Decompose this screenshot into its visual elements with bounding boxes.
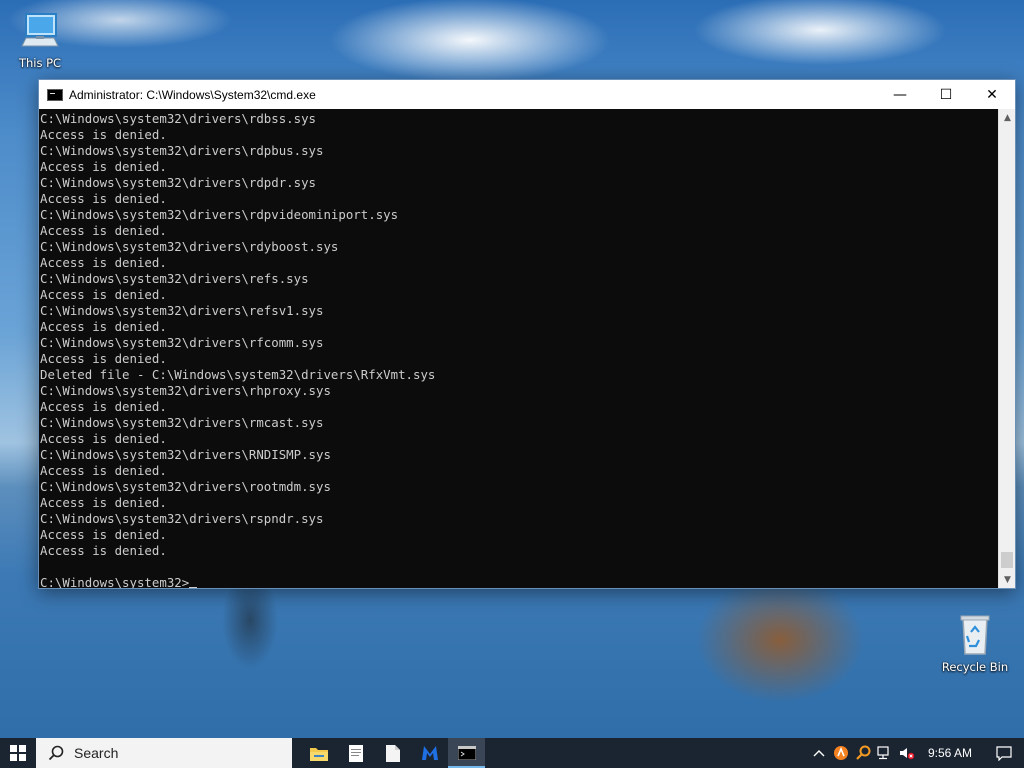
console-line: C:\Windows\system32\drivers\rootmdm.sys [40, 479, 331, 494]
console-line: Access is denied. [40, 527, 167, 542]
taskbar-app-command-prompt[interactable] [448, 738, 485, 768]
network-icon[interactable] [874, 738, 896, 768]
windows-logo-icon [10, 745, 26, 761]
malwarebytes-icon [421, 746, 438, 760]
scroll-up-arrow-icon[interactable]: ▲ [999, 109, 1016, 126]
system-tray: 9:56 AM [808, 738, 1024, 768]
desktop-icon-label: This PC [18, 56, 62, 70]
desktop-icon-this-pc[interactable]: This PC [2, 10, 78, 70]
console-line: C:\Windows\system32\drivers\rhproxy.sys [40, 383, 331, 398]
volume-muted-icon[interactable] [896, 738, 918, 768]
console-line: C:\Windows\system32\drivers\rdpbus.sys [40, 143, 324, 158]
search-box[interactable]: Search [36, 738, 292, 768]
taskbar-app-file-explorer[interactable] [300, 738, 337, 768]
title-bar[interactable]: Administrator: C:\Windows\System32\cmd.e… [39, 80, 1015, 109]
close-button[interactable]: ✕ [969, 80, 1015, 109]
console-line: C:\Windows\system32\drivers\rfcomm.sys [40, 335, 324, 350]
minimize-button[interactable]: — [877, 80, 923, 109]
window-title: Administrator: C:\Windows\System32\cmd.e… [69, 87, 316, 102]
command-prompt-icon [457, 746, 476, 760]
document-icon [385, 744, 400, 762]
console-line: C:\Windows\system32\drivers\rdpdr.sys [40, 175, 317, 190]
cmd-window[interactable]: Administrator: C:\Windows\System32\cmd.e… [38, 79, 1016, 589]
scroll-down-arrow-icon[interactable]: ▼ [999, 571, 1016, 588]
console-line: C:\Windows\system32\drivers\refs.sys [40, 271, 309, 286]
console-line: C:\Windows\system32\drivers\rdyboost.sys [40, 239, 339, 254]
taskbar-app-malwarebytes[interactable] [411, 738, 448, 768]
desktop-icon-recycle-bin[interactable]: Recycle Bin [937, 614, 1013, 674]
console-line: Access is denied. [40, 159, 167, 174]
console-line: C:\Windows\system32\drivers\rmcast.sys [40, 415, 324, 430]
console-line: Access is denied. [40, 495, 167, 510]
console-line: C:\Windows\system32\drivers\rdbss.sys [40, 111, 317, 126]
avast-icon[interactable] [830, 738, 852, 768]
console-line: Access is denied. [40, 319, 167, 334]
notepad-icon [348, 744, 363, 762]
action-center-icon[interactable] [984, 738, 1024, 768]
start-button[interactable] [0, 738, 36, 768]
console-line: Access is denied. [40, 351, 167, 366]
console-line: Access is denied. [40, 463, 167, 478]
console-prompt: C:\Windows\system32> [40, 575, 190, 588]
console-line: Access is denied. [40, 127, 167, 142]
console-line: Deleted file - C:\Windows\system32\drive… [40, 367, 436, 382]
maximize-button[interactable]: ☐ [923, 80, 969, 109]
console-line: C:\Windows\system32\drivers\rdpvideomini… [40, 207, 399, 222]
console-line: C:\Windows\system32\drivers\RNDISMP.sys [40, 447, 331, 462]
cmd-icon [47, 88, 63, 101]
vertical-scrollbar[interactable]: ▲ ▼ [998, 109, 1015, 588]
console-line: Access is denied. [40, 543, 167, 558]
console-line: C:\Windows\system32\drivers\refsv1.sys [40, 303, 324, 318]
console-line: Access is denied. [40, 287, 167, 302]
search-placeholder: Search [74, 745, 119, 761]
scroll-thumb[interactable] [1001, 552, 1013, 568]
console-line: Access is denied. [40, 191, 167, 206]
desktop-icon-label: Recycle Bin [941, 660, 1009, 674]
console-line: Access is denied. [40, 255, 167, 270]
console-prompt-line[interactable]: C:\Windows\system32> [40, 575, 998, 588]
search-tool-icon[interactable] [852, 738, 874, 768]
search-icon [48, 745, 64, 761]
taskbar-app-notepad[interactable] [337, 738, 374, 768]
console-line: C:\Windows\system32\drivers\rspndr.sys [40, 511, 324, 526]
clock[interactable]: 9:56 AM [918, 746, 984, 760]
computer-icon [16, 10, 64, 54]
console-line: Access is denied. [40, 431, 167, 446]
folder-icon [309, 747, 328, 761]
console-line: Access is denied. [40, 399, 167, 414]
text-cursor [189, 587, 198, 588]
taskbar: Search 9:56 AM [0, 738, 1024, 768]
console-line: Access is denied. [40, 223, 167, 238]
recycle-bin-icon [951, 614, 999, 658]
show-hidden-icons-chevron-icon[interactable] [808, 738, 830, 768]
console-output[interactable]: C:\Windows\system32\drivers\rdbss.sys Acc… [39, 109, 998, 588]
taskbar-app-document[interactable] [374, 738, 411, 768]
